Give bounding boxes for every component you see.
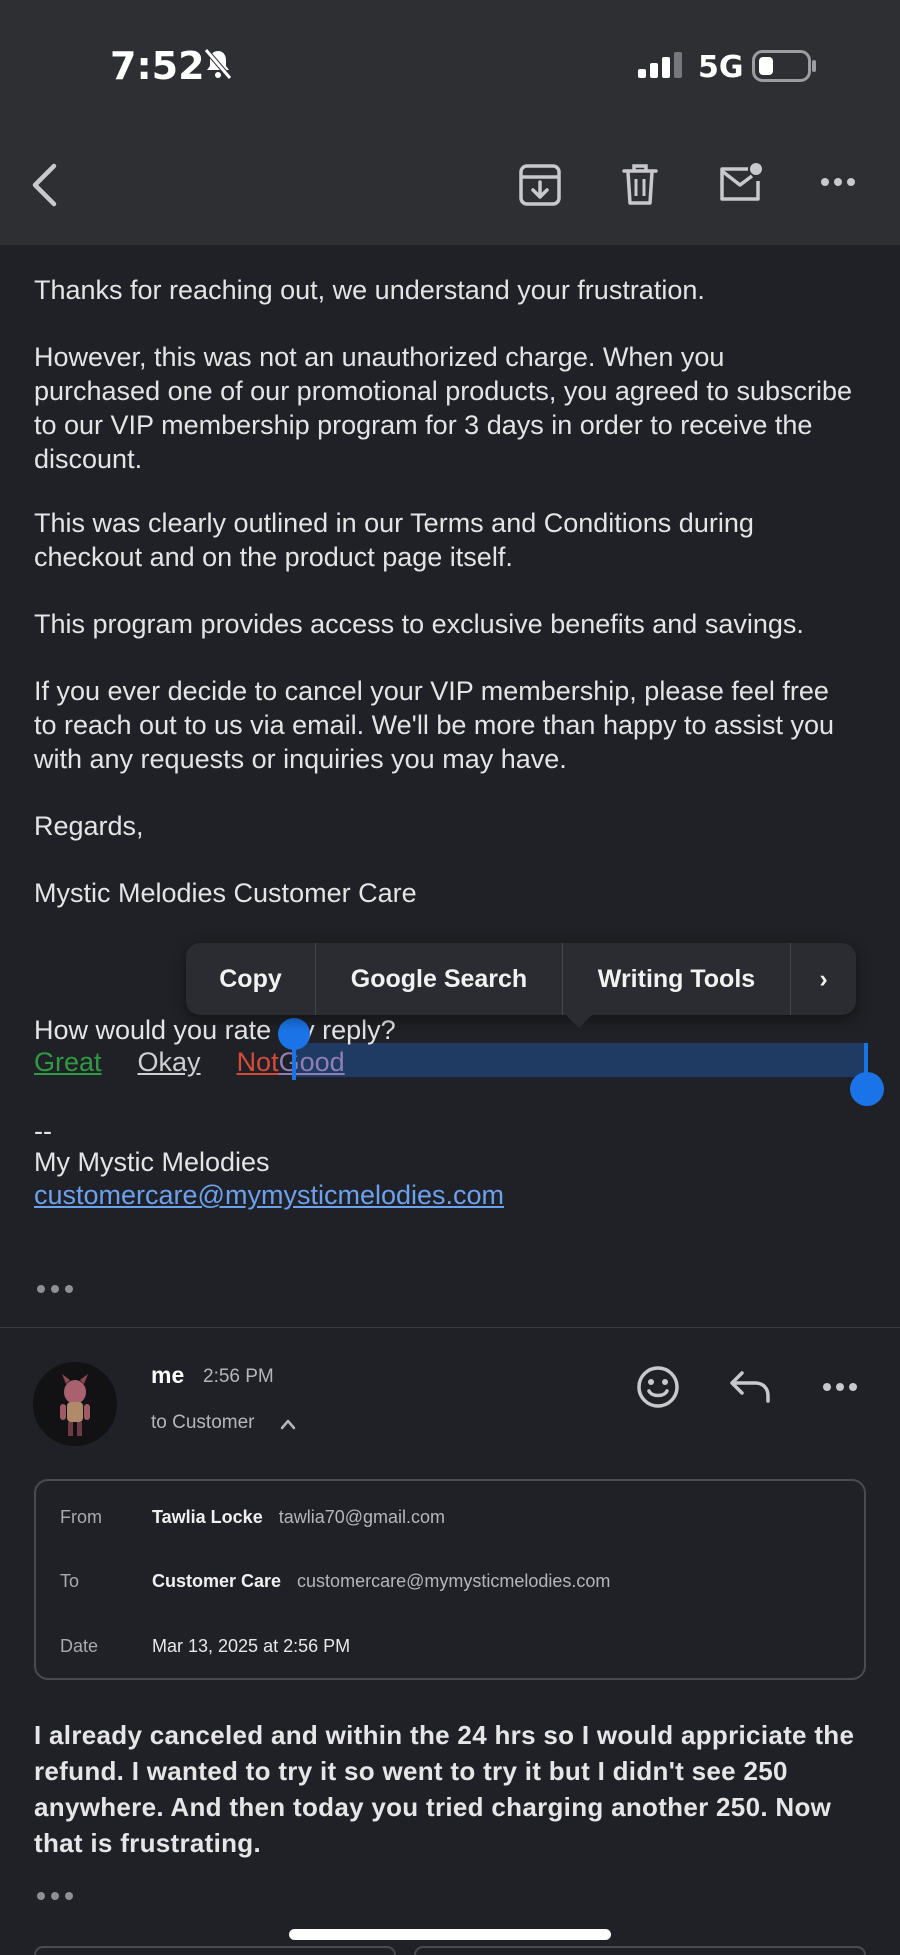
message-details-box: From Tawlia Locke tawlia70@gmail.com To … <box>34 1479 866 1680</box>
details-from-row: From Tawlia Locke tawlia70@gmail.com <box>60 1507 445 1528</box>
chevron-up-icon[interactable] <box>280 1418 296 1430</box>
signal-icon <box>638 52 682 78</box>
signature-email-link[interactable]: customercare@mymysticmelodies.com <box>34 1180 504 1210</box>
selection-start-handle[interactable] <box>278 1018 310 1050</box>
email-paragraph: If you ever decide to cancel your VIP me… <box>34 676 835 774</box>
home-indicator[interactable] <box>289 1929 611 1940</box>
archive-icon[interactable] <box>518 163 562 207</box>
rating-good-link[interactable]: Good <box>279 1047 345 1077</box>
trash-icon[interactable] <box>622 163 658 207</box>
status-time: 7:52 <box>110 44 205 88</box>
from-name[interactable]: Tawlia Locke <box>152 1507 263 1528</box>
show-trimmed-icon[interactable] <box>36 1284 74 1294</box>
message-more-icon[interactable] <box>822 1382 858 1392</box>
reply-icon[interactable] <box>728 1370 772 1404</box>
to-name[interactable]: Customer Care <box>152 1571 281 1592</box>
to-label: To <box>60 1571 80 1591</box>
writing-tools-menu-item[interactable]: Writing Tools <box>563 943 791 1015</box>
email-paragraph: Regards, <box>34 811 144 841</box>
mark-unread-icon[interactable] <box>718 161 764 205</box>
top-bar <box>0 0 900 245</box>
details-to-row: To Customer Care customercare@mymysticme… <box>60 1571 610 1592</box>
rating-great-link[interactable]: Great <box>34 1047 102 1077</box>
from-label: From <box>60 1507 102 1527</box>
context-menu-pointer <box>565 1014 593 1028</box>
details-date-row: Date Mar 13, 2025 at 2:56 PM <box>60 1636 366 1657</box>
email-paragraph: Thanks for reaching out, we understand y… <box>34 275 705 305</box>
rating-not-link[interactable]: Not <box>237 1047 279 1077</box>
more-menu-arrow[interactable]: › <box>791 943 856 1015</box>
back-chevron-icon[interactable] <box>30 163 60 207</box>
email-paragraph: Mystic Melodies Customer Care <box>34 878 417 908</box>
reply-body: I already canceled and within the 24 hrs… <box>34 1720 855 1858</box>
date-value: Mar 13, 2025 at 2:56 PM <box>152 1636 351 1656</box>
bell-off-icon <box>204 48 232 80</box>
email-paragraph: This program provides access to exclusiv… <box>34 609 804 639</box>
avatar[interactable] <box>33 1362 117 1446</box>
text-context-menu: Copy Google Search Writing Tools › <box>186 943 856 1015</box>
message-time: 2:56 PM <box>203 1366 274 1387</box>
recipient-summary[interactable]: to Customer <box>151 1412 254 1434</box>
copy-menu-item[interactable]: Copy <box>186 943 316 1015</box>
network-label: 5G <box>698 50 744 85</box>
rating-okay-link[interactable]: Okay <box>138 1047 201 1077</box>
show-trimmed-icon[interactable] <box>36 1891 74 1901</box>
more-options-icon[interactable] <box>820 177 856 187</box>
bottom-button-edge[interactable] <box>34 1946 396 1955</box>
email-paragraph: However, this was not an unauthorized ch… <box>34 342 853 474</box>
email-paragraph: This was clearly outlined in our Terms a… <box>34 508 754 572</box>
rating-links: Great Okay NotGood <box>34 1045 381 1079</box>
from-email[interactable]: tawlia70@gmail.com <box>279 1507 445 1528</box>
date-label: Date <box>60 1636 99 1656</box>
selection-end-handle[interactable] <box>850 1072 884 1106</box>
signature-name: My Mystic Melodies <box>34 1147 270 1177</box>
google-search-menu-item[interactable]: Google Search <box>316 943 563 1015</box>
emoji-reaction-icon[interactable] <box>636 1365 680 1409</box>
bottom-button-edge[interactable] <box>414 1946 866 1955</box>
sender-name: me <box>151 1362 185 1388</box>
message-divider <box>0 1327 900 1328</box>
to-email[interactable]: customercare@mymysticmelodies.com <box>297 1571 610 1592</box>
signature-dash: -- <box>34 1116 52 1146</box>
rating-question: How would you rate my reply? <box>34 1015 396 1045</box>
battery-icon <box>752 50 816 82</box>
